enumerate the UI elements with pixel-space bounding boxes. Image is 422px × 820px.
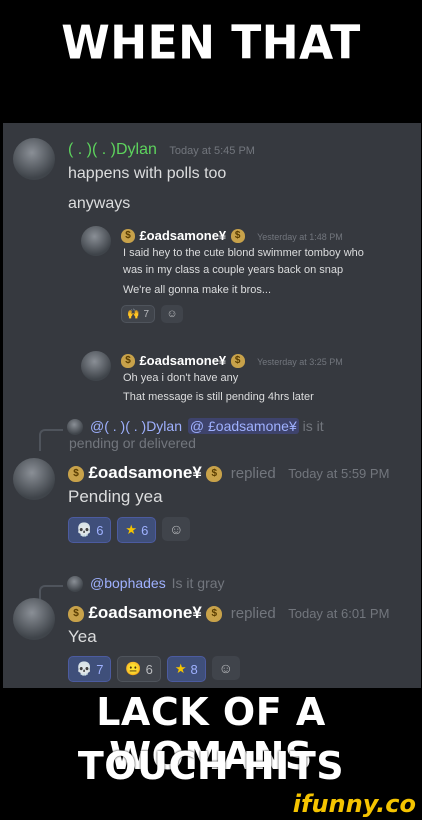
message-text: Yea: [68, 627, 97, 646]
loadsamone-avatar[interactable]: [13, 458, 55, 500]
money-bag-icon: $: [121, 353, 135, 368]
money-bag-icon: $: [230, 353, 245, 368]
reaction-bar: 🙌 7 ☺: [121, 305, 184, 323]
bottom-caption-line2: TOUCH HITS: [77, 744, 345, 788]
author-name[interactable]: ( . )( . )Dylan: [68, 141, 157, 158]
timestamp: Yesterday at 3:25 PM: [257, 357, 343, 367]
timestamp: Today at 6:01 PM: [288, 606, 390, 621]
money-bag-icon: $: [230, 228, 245, 243]
author-name: £oadsamone¥: [139, 228, 227, 243]
message-line: happens with polls too: [68, 165, 227, 182]
dylan-avatar[interactable]: [13, 138, 55, 180]
star-icon: ★: [125, 522, 138, 537]
message-line: was in my class a couple years back on s…: [123, 264, 344, 276]
reply-avatar: [67, 576, 83, 592]
reply-preview[interactable]: @( . )( . )Dylan @ £oadsamone¥ is it: [88, 418, 408, 434]
reaction-bar: 💀 7 😐 6 ★ 8 ☺: [68, 656, 240, 682]
timestamp: Today at 5:59 PM: [288, 466, 390, 481]
reply-preview[interactable]: @bophades Is it gray: [88, 575, 225, 591]
add-reaction-icon[interactable]: ☺: [211, 656, 240, 680]
message-line: That message is still pending 4hrs later: [123, 391, 314, 403]
money-bag-icon: $: [206, 465, 223, 482]
top-caption: WHEN THAT: [61, 16, 361, 71]
money-bag-icon: $: [121, 228, 135, 243]
timestamp: Today at 5:45 PM: [169, 145, 255, 157]
message-line: anyways: [68, 195, 131, 212]
add-reaction-icon: ☺: [161, 305, 184, 323]
embedded-header: $ £oadsamone¥ $ Yesterday at 3:25 PM: [121, 352, 343, 370]
message-text: Pending yea: [68, 487, 163, 506]
reaction-bar: 💀 6 ★ 6 ☺: [68, 517, 191, 543]
loadsamone-avatar: [81, 226, 111, 256]
reaction-star[interactable]: ★ 6: [117, 517, 157, 543]
message-header: $ £oadsamone¥ $ replied Today at 5:59 PM: [68, 463, 389, 483]
reaction-star[interactable]: ★ 8: [166, 656, 206, 682]
message-header: ( . )( . )Dylan Today at 5:45 PM: [68, 141, 255, 159]
author-name[interactable]: £oadsamone¥: [88, 603, 201, 622]
reply-preview-text: pending or delivered: [69, 435, 196, 451]
loadsamone-avatar: [81, 351, 111, 381]
author-name: £oadsamone¥: [139, 353, 227, 368]
face-icon: 😐: [125, 661, 142, 676]
reply-avatar: [67, 419, 83, 435]
skull-icon: 💀: [76, 661, 93, 676]
skull-icon: 💀: [76, 522, 93, 537]
message-line: We're all gonna make it bros...: [123, 284, 272, 296]
reaction: 🙌 7: [121, 305, 156, 323]
message-header: $ £oadsamone¥ $ replied Today at 6:01 PM: [68, 603, 389, 623]
money-bag-icon: $: [68, 605, 84, 622]
message-line: I said hey to the cute blond swimmer tom…: [123, 247, 364, 259]
reaction-skull[interactable]: 💀 7: [68, 656, 112, 682]
message-line: Oh yea i don't have any: [123, 372, 239, 384]
add-reaction-icon[interactable]: ☺: [162, 517, 191, 541]
ifunny-watermark: ifunny.co: [292, 790, 416, 818]
loadsamone-avatar[interactable]: [13, 598, 55, 640]
money-bag-icon: $: [68, 465, 84, 482]
money-bag-icon: $: [206, 605, 223, 622]
star-icon: ★: [174, 661, 187, 676]
pray-emoji-icon: 🙌: [127, 308, 140, 320]
reaction-face[interactable]: 😐 6: [117, 656, 161, 682]
author-name[interactable]: £oadsamone¥: [88, 463, 201, 482]
timestamp: Yesterday at 1:48 PM: [257, 232, 343, 242]
mention: @ £oadsamone¥: [187, 418, 299, 434]
chat-screenshot: ( . )( . )Dylan Today at 5:45 PM happens…: [3, 123, 421, 688]
reaction-skull[interactable]: 💀 6: [68, 517, 112, 543]
embedded-header: $ £oadsamone¥ $ Yesterday at 1:48 PM: [121, 227, 343, 245]
reply-connector: [39, 429, 63, 451]
